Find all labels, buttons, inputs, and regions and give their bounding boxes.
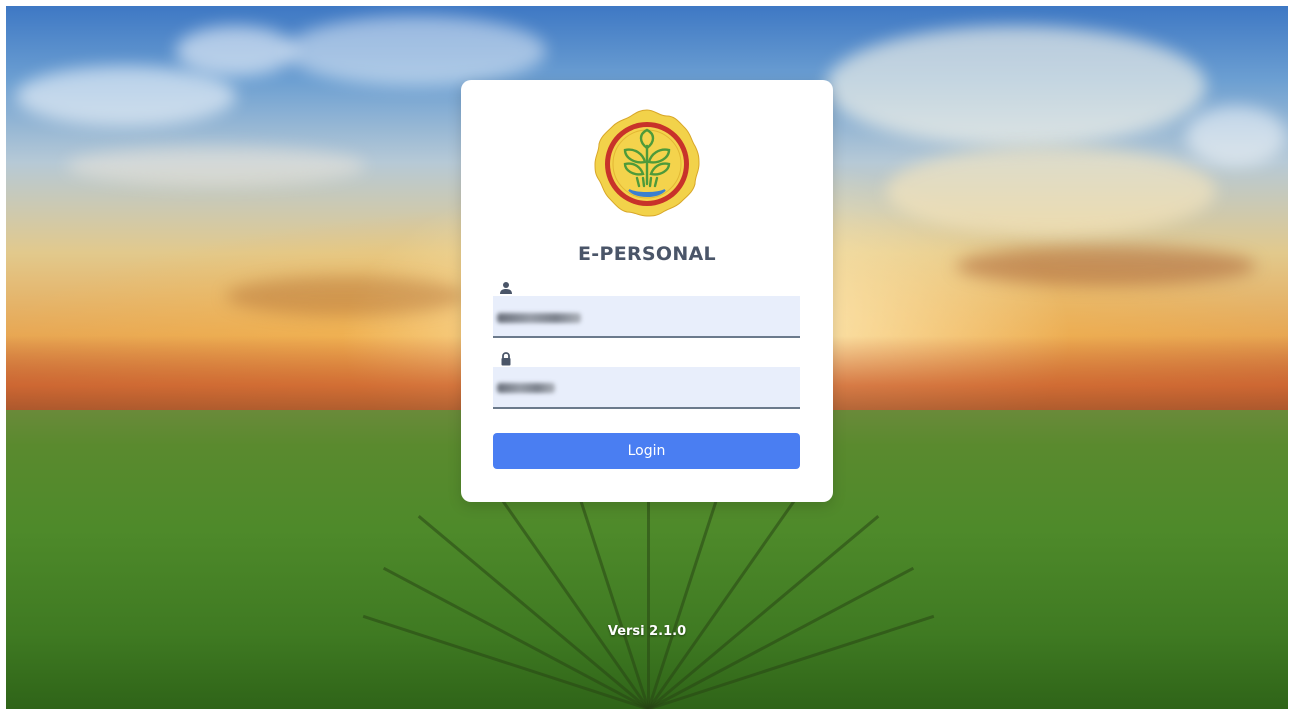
app-title: E-PERSONAL <box>578 243 716 265</box>
version-label: Versi 2.1.0 <box>607 624 687 639</box>
ministry-logo <box>589 106 705 222</box>
login-card: E-PERSONAL Login <box>461 80 833 502</box>
lock-icon <box>499 351 513 366</box>
username-input[interactable] <box>493 296 800 338</box>
password-input[interactable] <box>493 367 800 409</box>
user-icon <box>499 280 513 294</box>
login-button[interactable]: Login <box>493 433 800 469</box>
login-screen: E-PERSONAL Login Versi 2.1.0 <box>6 6 1288 709</box>
